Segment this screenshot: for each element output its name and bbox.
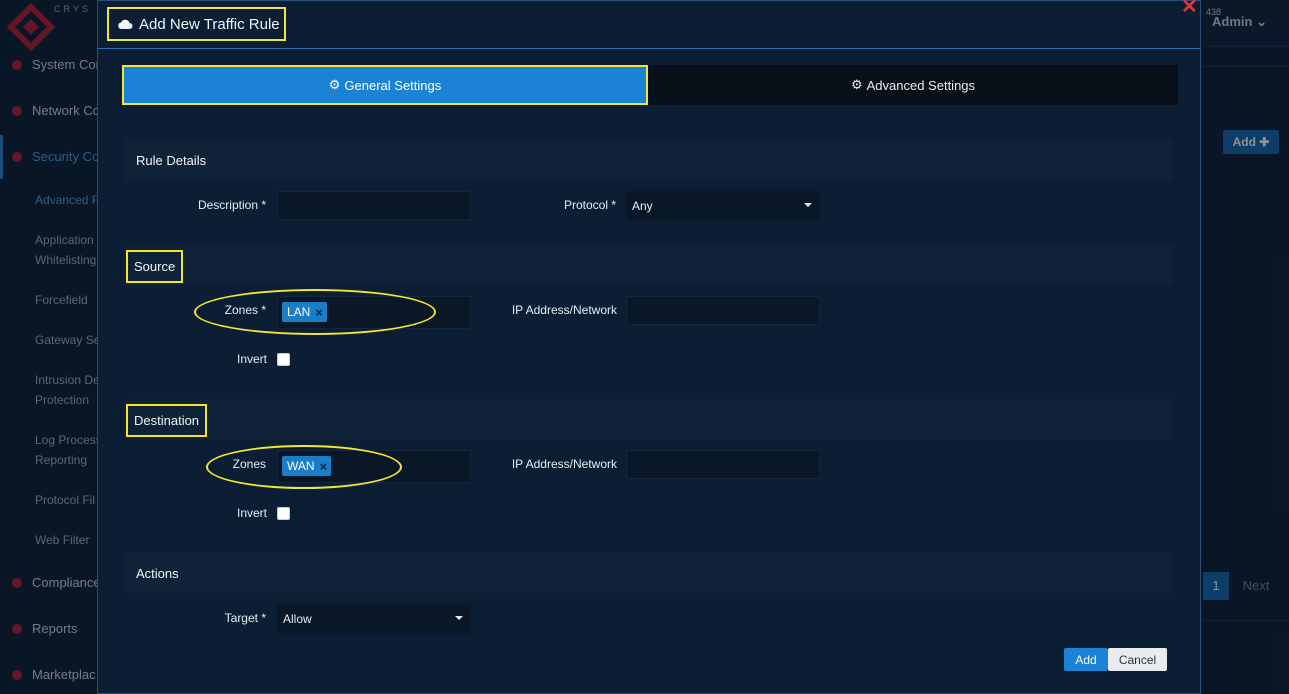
- target-select[interactable]: Allow: [277, 604, 471, 633]
- rule-details-title: Rule Details: [136, 153, 207, 168]
- destination-title-highlight: Destination: [126, 404, 208, 437]
- description-label: Description *: [197, 198, 266, 212]
- target-label: Target *: [224, 611, 266, 625]
- actions-section: [125, 553, 1173, 593]
- destination-title: Destination: [134, 413, 200, 428]
- source-section: [125, 245, 1173, 285]
- source-ip-label: IP Address/Network: [511, 303, 617, 317]
- gear-icon: ⚙: [328, 77, 341, 92]
- destination-zones-highlight: [206, 445, 402, 489]
- modal-header: Add New Traffic Rule: [98, 1, 1200, 49]
- actions-title: Actions: [136, 566, 179, 581]
- gears-icon: ⚙: [850, 77, 863, 92]
- source-zones-highlight: [194, 289, 436, 335]
- source-invert-checkbox[interactable]: [277, 353, 290, 366]
- modal-title-highlight: Add New Traffic Rule: [107, 7, 286, 41]
- tab-advanced-settings[interactable]: ⚙ Advanced Settings: [648, 65, 1178, 105]
- chevron-down-icon: [455, 616, 463, 620]
- description-input[interactable]: [277, 191, 471, 220]
- cloud-icon: [118, 19, 133, 29]
- destination-section: [125, 399, 1173, 439]
- add-button[interactable]: Add: [1064, 648, 1108, 671]
- source-title: Source: [134, 259, 176, 274]
- destination-invert-checkbox[interactable]: [277, 507, 290, 520]
- source-title-highlight: Source: [126, 250, 184, 283]
- add-traffic-rule-modal: Add New Traffic Rule ⚙ General Settings …: [97, 0, 1201, 694]
- destination-ip-label: IP Address/Network: [511, 457, 617, 471]
- source-invert-label: Invert: [236, 352, 267, 366]
- close-icon[interactable]: ✕: [1181, 0, 1198, 17]
- chevron-down-icon: [804, 203, 812, 207]
- destination-invert-label: Invert: [236, 506, 267, 520]
- cancel-button[interactable]: Cancel: [1108, 648, 1167, 671]
- protocol-label: Protocol *: [563, 198, 616, 212]
- destination-ip-input[interactable]: [626, 450, 820, 479]
- tab-general-settings[interactable]: ⚙ General Settings: [122, 65, 648, 105]
- source-ip-input[interactable]: [626, 296, 820, 325]
- modal-title: Add New Traffic Rule: [139, 15, 280, 33]
- rule-details-section: [125, 140, 1173, 180]
- protocol-select[interactable]: Any: [626, 191, 820, 220]
- tab-bar: ⚙ General Settings ⚙ Advanced Settings: [122, 65, 1178, 105]
